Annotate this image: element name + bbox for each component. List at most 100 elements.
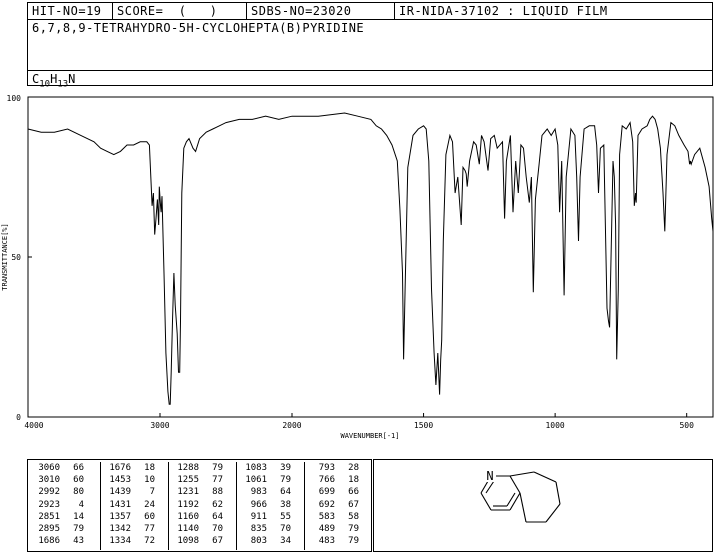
- hit-number: HIT-NO=19: [32, 4, 102, 18]
- peak-row: 1255 77: [169, 474, 223, 486]
- peak-column: 793 28 766 18 699 66 692 67 583 58 489 79 483 79: [304, 462, 359, 550]
- bond-c9-c8: [533, 471, 557, 483]
- peak-transmittance: 70: [212, 524, 223, 535]
- peak-wavenumber: 1439: [109, 487, 131, 498]
- x-axis-label: WAVENUMBER[-1]: [340, 432, 399, 440]
- peak-transmittance: 79: [212, 463, 223, 473]
- peak-wavenumber: 1431: [109, 499, 131, 510]
- peak-wavenumber: 2895: [38, 524, 60, 535]
- peak-transmittance: 58: [348, 511, 359, 522]
- peak-wavenumber: 699: [318, 487, 335, 498]
- peak-transmittance: 38: [280, 499, 291, 510]
- peak-row: 1061 79: [237, 474, 291, 486]
- peak-transmittance: 60: [73, 475, 84, 486]
- peak-wavenumber: 2923: [38, 499, 60, 510]
- peak-transmittance: 28: [348, 463, 359, 473]
- peak-wavenumber: 1288: [177, 463, 199, 473]
- peak-row: 1231 88: [169, 486, 223, 498]
- peak-wavenumber: 1140: [177, 524, 199, 535]
- peak-wavenumber: 692: [318, 499, 335, 510]
- peak-wavenumber: 803: [250, 536, 267, 547]
- peak-row: 793 28: [305, 462, 359, 474]
- peak-row: 692 67: [305, 499, 359, 511]
- peak-wavenumber: 1342: [109, 524, 131, 535]
- peak-column: 1288 79 1255 77 1231 88 1192 62 1160 64 1140 70 1098…: [168, 462, 223, 550]
- peak-row: 1288 79: [169, 462, 223, 474]
- peak-transmittance: 67: [212, 536, 223, 547]
- peak-wavenumber: 1061: [245, 475, 267, 486]
- peak-row: 3010 60: [30, 474, 84, 486]
- header-top-row: HIT-NO=19 SCORE= ( ) SDBS-NO=23020 IR-NI…: [28, 3, 712, 20]
- peak-wavenumber: 766: [318, 475, 335, 486]
- peak-table: 3060 66 3010 60 2992 80 2923 4 2851 14 2895 79 1686 4…: [27, 459, 372, 552]
- peak-row: 2923 4: [30, 499, 84, 511]
- peak-transmittance: 34: [280, 536, 291, 547]
- peak-wavenumber: 1676: [109, 463, 131, 473]
- peak-wavenumber: 835: [250, 524, 267, 535]
- peak-wavenumber: 966: [250, 499, 267, 510]
- peak-transmittance: 72: [144, 536, 155, 547]
- peak-transmittance: 39: [280, 463, 291, 473]
- peak-wavenumber: 983: [250, 487, 267, 498]
- y-tick-label: 50: [11, 253, 21, 262]
- nitrogen-atom-label: N: [486, 469, 493, 483]
- peak-transmittance: 79: [348, 536, 359, 547]
- peak-transmittance: 77: [144, 524, 155, 535]
- peak-transmittance: 80: [73, 487, 84, 498]
- peak-wavenumber: 583: [318, 511, 335, 522]
- bond-c8-c7: [555, 481, 561, 505]
- structure-panel: N: [373, 459, 713, 552]
- peak-wavenumber: 1192: [177, 499, 199, 510]
- x-axis-ticks: 4000 3000 2000 1500 1000 500: [24, 413, 694, 430]
- peak-row: 835 70: [237, 523, 291, 535]
- peak-row: 803 34: [237, 535, 291, 547]
- compound-name: 6,7,8,9-TETRAHYDRO-5H-CYCLOHEPTA(B)PYRID…: [32, 21, 365, 35]
- peak-wavenumber: 483: [318, 536, 335, 547]
- peak-row: 1342 77: [101, 523, 155, 535]
- peak-wavenumber: 1453: [109, 475, 131, 486]
- peak-row: 1676 18: [101, 462, 155, 474]
- peak-wavenumber: 1255: [177, 475, 199, 486]
- peak-transmittance: 67: [348, 499, 359, 510]
- peak-transmittance: 64: [280, 487, 291, 498]
- peak-wavenumber: 2992: [38, 487, 60, 498]
- bond-c7-c6: [545, 503, 561, 523]
- peak-row: 1192 62: [169, 499, 223, 511]
- peak-row: 1439 7: [101, 486, 155, 498]
- peak-row: 1357 60: [101, 511, 155, 523]
- peak-row: 483 79: [305, 535, 359, 547]
- peak-transmittance: 24: [144, 499, 155, 510]
- peak-wavenumber: 1160: [177, 511, 199, 522]
- formula-divider: [28, 70, 712, 71]
- peak-transmittance: 14: [73, 511, 84, 522]
- peak-row: 966 38: [237, 499, 291, 511]
- peak-transmittance: 64: [212, 511, 223, 522]
- peak-row: 983 64: [237, 486, 291, 498]
- x-tick-label: 1500: [414, 421, 433, 430]
- peak-transmittance: 77: [212, 475, 223, 486]
- bond-c9a-c4a: [509, 475, 521, 494]
- peak-transmittance: 79: [280, 475, 291, 486]
- x-tick-label: 2000: [282, 421, 301, 430]
- peak-row: 2992 80: [30, 486, 84, 498]
- peak-wavenumber: 793: [318, 463, 335, 473]
- ir-identifier: IR-NIDA-37102 : LIQUID FILM: [394, 3, 712, 19]
- peak-transmittance: 18: [144, 463, 155, 473]
- peak-row: 1453 10: [101, 474, 155, 486]
- peak-row: 489 79: [305, 523, 359, 535]
- peak-row: 699 66: [305, 486, 359, 498]
- x-tick-label: 500: [679, 421, 694, 430]
- peak-wavenumber: 1083: [245, 463, 267, 473]
- peak-transmittance: 88: [212, 487, 223, 498]
- peak-transmittance: 55: [280, 511, 291, 522]
- x-tick-label: 1000: [545, 421, 564, 430]
- peak-row: 766 18: [305, 474, 359, 486]
- formula-nitrogen: N: [68, 72, 76, 86]
- score-field: SCORE= ( ): [112, 3, 246, 19]
- peak-row: 1140 70: [169, 523, 223, 535]
- peak-transmittance: 79: [73, 524, 84, 535]
- x-tick-label: 4000: [24, 421, 43, 430]
- bond-c3-c2: [480, 492, 492, 511]
- peak-row: 1098 67: [169, 535, 223, 547]
- y-tick-label: 100: [7, 94, 22, 103]
